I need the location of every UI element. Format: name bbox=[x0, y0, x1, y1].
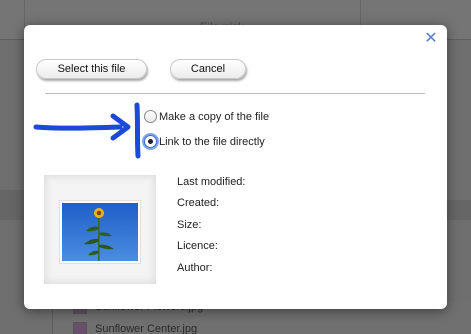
divider bbox=[45, 93, 425, 94]
sunflower-thumbnail bbox=[59, 200, 141, 264]
radio-link-file[interactable] bbox=[144, 135, 157, 148]
radio-option-link[interactable]: Link to the file directly bbox=[144, 135, 265, 148]
cancel-button[interactable]: Cancel bbox=[170, 59, 246, 79]
radio-option-copy[interactable]: Make a copy of the file bbox=[144, 110, 269, 123]
file-picker-dialog: ✕ Select this file Cancel Make a copy of… bbox=[24, 25, 447, 309]
image-file-icon bbox=[73, 322, 87, 334]
sunflower-image bbox=[62, 203, 138, 261]
meta-last-modified-label: Last modified: bbox=[177, 176, 246, 188]
background-panel bbox=[0, 190, 26, 220]
select-file-button[interactable]: Select this file bbox=[36, 59, 147, 79]
radio-link-label: Link to the file directly bbox=[159, 135, 265, 148]
background-panel bbox=[445, 200, 471, 220]
meta-created-label: Created: bbox=[177, 197, 220, 209]
meta-author-label: Author: bbox=[177, 262, 213, 274]
file-preview bbox=[44, 175, 156, 284]
close-icon[interactable]: ✕ bbox=[423, 31, 439, 47]
radio-copy-file[interactable] bbox=[144, 110, 157, 123]
radio-copy-label: Make a copy of the file bbox=[159, 110, 270, 123]
meta-size-label: Size: bbox=[177, 219, 202, 231]
meta-licence-label: Licence: bbox=[177, 240, 218, 252]
background-file-row: Sunflower Center.jpg bbox=[73, 322, 197, 334]
